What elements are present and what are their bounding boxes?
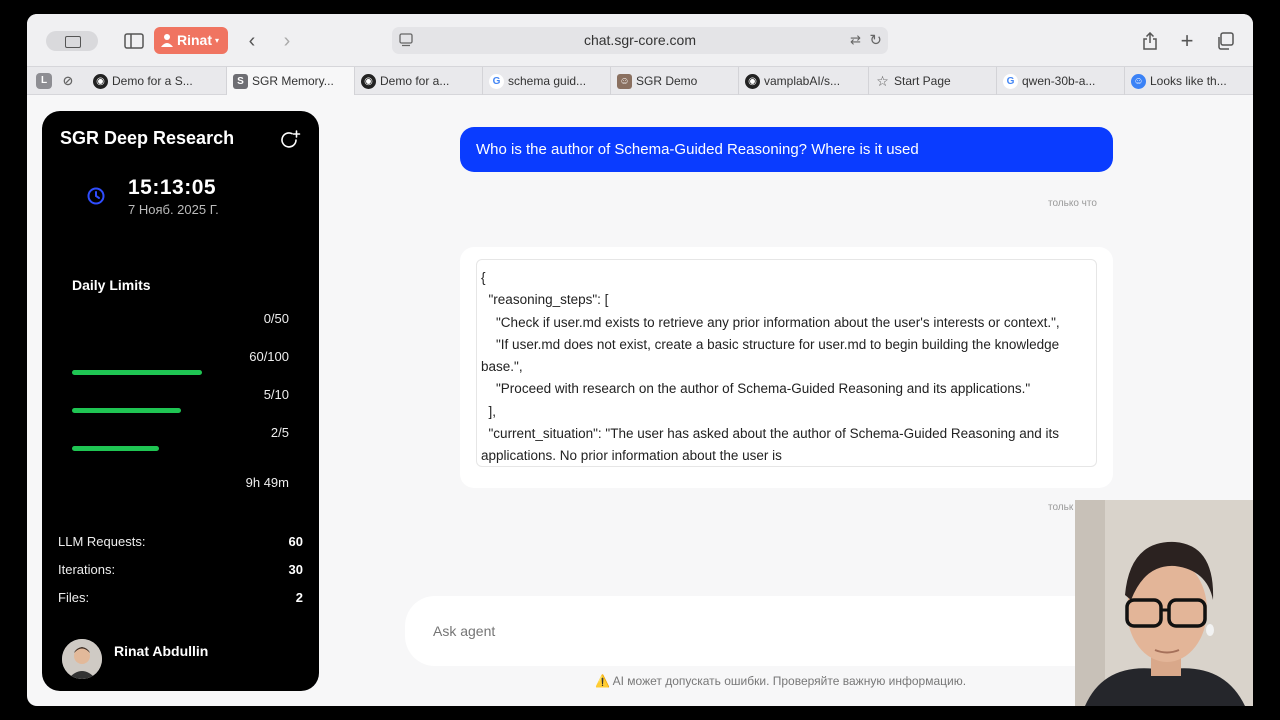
tab-overview-button[interactable] — [46, 31, 98, 51]
pinned-tab-letter: L — [40, 75, 48, 86]
tab-item[interactable]: ☺ Looks like th... — [1125, 67, 1253, 95]
new-tab-icon[interactable]: + — [1174, 28, 1200, 54]
profile-button[interactable]: Rinat ▾ — [154, 27, 228, 54]
tab-bar: L ⊘ ◉ Demo for a S... S SGR Memory... ◉ … — [27, 66, 1253, 95]
share-icon[interactable] — [1137, 28, 1163, 54]
avatar-favicon-icon: ☺ — [617, 74, 632, 89]
assistant-message-card: { "reasoning_steps": [ "Check if user.md… — [460, 247, 1113, 488]
limits-reset-time: 9h 49m — [245, 475, 289, 490]
limit-value: 0/50 — [263, 311, 289, 326]
tab-item[interactable]: ◉ Demo for a... — [355, 67, 483, 95]
stat-label: LLM Requests: — [58, 534, 146, 549]
tab-item[interactable]: G schema guid... — [483, 67, 611, 95]
page-settings-icon[interactable] — [399, 33, 413, 47]
assistant-favicon-icon: ☺ — [1131, 74, 1146, 89]
stat-value: 30 — [288, 562, 303, 577]
stat-value: 60 — [288, 534, 303, 549]
tab-label: vamplabAI/s... — [764, 74, 841, 88]
browser-toolbar: Rinat ▾ ‹ › chat.sgr-core.com ⇄ ↻ + — [27, 14, 1253, 66]
sidebar-toggle-icon[interactable] — [121, 28, 147, 54]
reload-icon[interactable]: ↻ — [869, 27, 882, 54]
tab-item[interactable]: ☺ SGR Demo — [611, 67, 739, 95]
user-name: Rinat Abdullin — [114, 643, 209, 659]
site-s-icon: S — [233, 74, 248, 89]
tab-label: Demo for a... — [380, 74, 450, 88]
tab-item[interactable]: G qwen-30b-a... — [997, 67, 1125, 95]
github-icon: ◉ — [361, 74, 376, 89]
url-text: chat.sgr-core.com — [583, 32, 697, 48]
compass-icon[interactable]: ⊘ — [60, 73, 76, 89]
github-icon: ◉ — [745, 74, 760, 89]
limit-progress-bar — [72, 408, 181, 413]
tab-label: Looks like th... — [1150, 74, 1227, 88]
new-chat-icon[interactable] — [279, 129, 301, 151]
limit-value: 5/10 — [263, 387, 289, 402]
limit-progress-bar — [72, 370, 202, 375]
browser-window: Rinat ▾ ‹ › chat.sgr-core.com ⇄ ↻ + L ⊘ ◉… — [27, 14, 1253, 706]
clock-time: 15:13:05 — [128, 176, 217, 199]
stat-label: Files: — [58, 590, 90, 605]
sidebar-title: SGR Deep Research — [60, 128, 235, 148]
tab-label: Start Page — [894, 74, 951, 88]
pinned-tab[interactable]: L — [36, 73, 52, 89]
daily-limits-title: Daily Limits — [72, 277, 151, 293]
tab-label: SGR Memory... — [252, 74, 334, 88]
back-icon[interactable]: ‹ — [239, 28, 265, 54]
webcam-overlay — [1075, 500, 1253, 706]
stat-label: Iterations: — [58, 562, 116, 577]
ask-agent-input[interactable] — [405, 596, 1125, 666]
profile-label: Rinat — [177, 32, 212, 48]
google-icon: G — [1003, 74, 1018, 89]
message-timestamp: только что — [1048, 198, 1097, 209]
user-message-bubble: Who is the author of Schema-Guided Reaso… — [460, 127, 1113, 172]
translate-icon[interactable]: ⇄ — [850, 32, 861, 48]
github-icon: ◉ — [93, 74, 108, 89]
message-timestamp: тольк — [1048, 502, 1074, 513]
tab-label: qwen-30b-a... — [1022, 74, 1096, 88]
limit-value: 2/5 — [270, 425, 289, 440]
tab-label: Demo for a S... — [112, 74, 193, 88]
tab-item[interactable]: ◉ vamplabAI/s... — [739, 67, 869, 95]
star-icon: ☆ — [876, 73, 889, 89]
stat-value: 2 — [295, 590, 303, 605]
clock-icon — [87, 187, 105, 205]
ai-disclaimer: ⚠️ AI может допускать ошибки. Проверяйте… — [595, 674, 967, 688]
person-icon — [161, 34, 173, 47]
clock-date: 7 Нояб. 2025 Г. — [128, 202, 219, 217]
forward-icon[interactable]: › — [274, 28, 300, 54]
address-bar[interactable]: chat.sgr-core.com ⇄ ↻ — [392, 27, 888, 54]
tabs-overview-icon[interactable] — [1212, 28, 1238, 54]
tab-label: schema guid... — [508, 74, 587, 88]
chevron-down-icon: ▾ — [215, 36, 220, 45]
limit-progress-bar — [72, 446, 159, 451]
assistant-code-block: { "reasoning_steps": [ "Check if user.md… — [476, 259, 1097, 467]
avatar[interactable] — [62, 639, 102, 679]
limit-value: 60/100 — [249, 349, 289, 364]
google-icon: G — [489, 74, 504, 89]
tab-item[interactable]: ◉ Demo for a S... — [87, 67, 227, 95]
tab-label: SGR Demo — [636, 74, 698, 88]
sidebar-panel: SGR Deep Research 15:13:05 7 Нояб. 2025 … — [42, 111, 319, 691]
tab-item-active[interactable]: S SGR Memory... — [227, 67, 355, 95]
tab-item[interactable]: ☆ Start Page — [869, 67, 997, 95]
